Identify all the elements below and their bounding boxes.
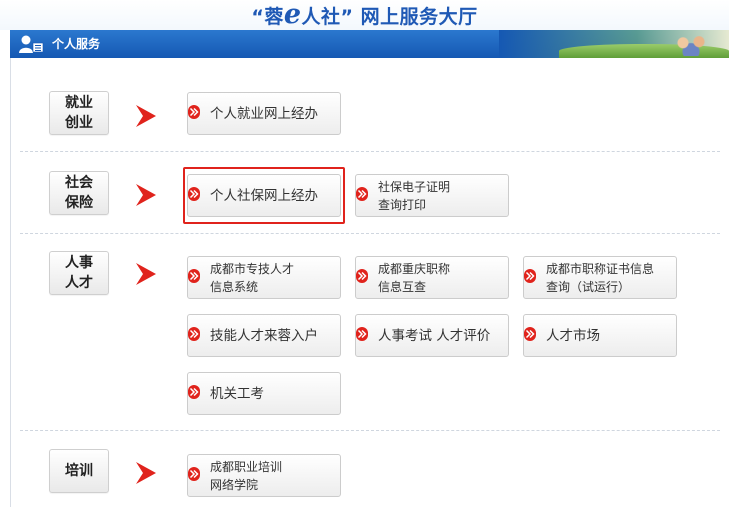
row-separator bbox=[20, 151, 720, 152]
employment-online-button[interactable]: 个人就业网上经办 bbox=[187, 92, 341, 135]
site-title: “蓉e人社” 网上服务大厅 bbox=[0, 1, 729, 31]
talent-market-button[interactable]: 人才市场 bbox=[523, 314, 677, 357]
button-label: 个人就业网上经办 bbox=[210, 105, 318, 122]
double-arrow-icon bbox=[524, 327, 536, 341]
button-label: 社保电子证明 查询打印 bbox=[378, 179, 451, 212]
banner-decoration-image bbox=[499, 30, 729, 58]
vocational-training-button[interactable]: 成都职业培训 网络学院 bbox=[187, 454, 341, 497]
double-arrow-icon bbox=[188, 385, 200, 399]
double-arrow-icon bbox=[356, 327, 368, 341]
chevron-right-icon bbox=[136, 263, 156, 285]
title-cert-query-button[interactable]: 成都市职称证书信息 查询（试运行） bbox=[523, 256, 677, 299]
civil-exam-button[interactable]: 机关工考 bbox=[187, 372, 341, 415]
button-label: 成都市职称证书信息 查询（试运行） bbox=[546, 261, 655, 294]
site-banner: “蓉e人社” 网上服务大厅 bbox=[0, 0, 729, 30]
row-separator bbox=[20, 233, 720, 234]
double-arrow-icon bbox=[356, 269, 368, 283]
chevron-right-icon bbox=[136, 105, 156, 127]
selection-highlight-box bbox=[183, 167, 345, 224]
chongqing-title-button[interactable]: 成都重庆职称 信息互查 bbox=[355, 256, 509, 299]
button-label: 机关工考 bbox=[210, 385, 264, 402]
button-label: 成都重庆职称 信息互查 bbox=[378, 261, 451, 294]
button-label: 技能人才来蓉入户 bbox=[210, 327, 318, 344]
site-title-suffix: 人社” 网上服务大厅 bbox=[301, 6, 478, 28]
chevron-right-icon bbox=[136, 184, 156, 206]
double-arrow-icon bbox=[188, 269, 200, 283]
double-arrow-icon bbox=[188, 327, 200, 341]
personnel-exam-button[interactable]: 人事考试 人才评价 bbox=[355, 314, 509, 357]
chevron-right-icon bbox=[136, 462, 156, 484]
skill-talent-hukou-button[interactable]: 技能人才来蓉入户 bbox=[187, 314, 341, 357]
category-employment: 就业 创业 bbox=[49, 91, 109, 135]
section-header-bar: 个人服务 bbox=[10, 30, 729, 58]
category-social-insurance: 社会 保险 bbox=[49, 171, 109, 215]
site-title-e-logo: e bbox=[283, 0, 302, 30]
double-arrow-icon bbox=[524, 269, 536, 283]
row-separator bbox=[20, 430, 720, 431]
double-arrow-icon bbox=[356, 187, 368, 201]
button-label: 成都职业培训 网络学院 bbox=[210, 459, 283, 492]
button-label: 人事考试 人才评价 bbox=[378, 327, 491, 344]
site-title-prefix: “蓉 bbox=[251, 6, 284, 28]
social-cert-query-button[interactable]: 社保电子证明 查询打印 bbox=[355, 174, 509, 217]
double-arrow-icon bbox=[188, 467, 200, 481]
button-label: 人才市场 bbox=[546, 327, 600, 344]
button-label: 成都市专技人才 信息系统 bbox=[210, 261, 295, 294]
category-training: 培训 bbox=[49, 449, 109, 493]
double-arrow-icon bbox=[188, 105, 200, 119]
section-title: 个人服务 bbox=[52, 37, 101, 51]
talent-info-system-button[interactable]: 成都市专技人才 信息系统 bbox=[187, 256, 341, 299]
user-service-icon bbox=[19, 35, 44, 53]
category-personnel-talent: 人事 人才 bbox=[49, 251, 109, 295]
